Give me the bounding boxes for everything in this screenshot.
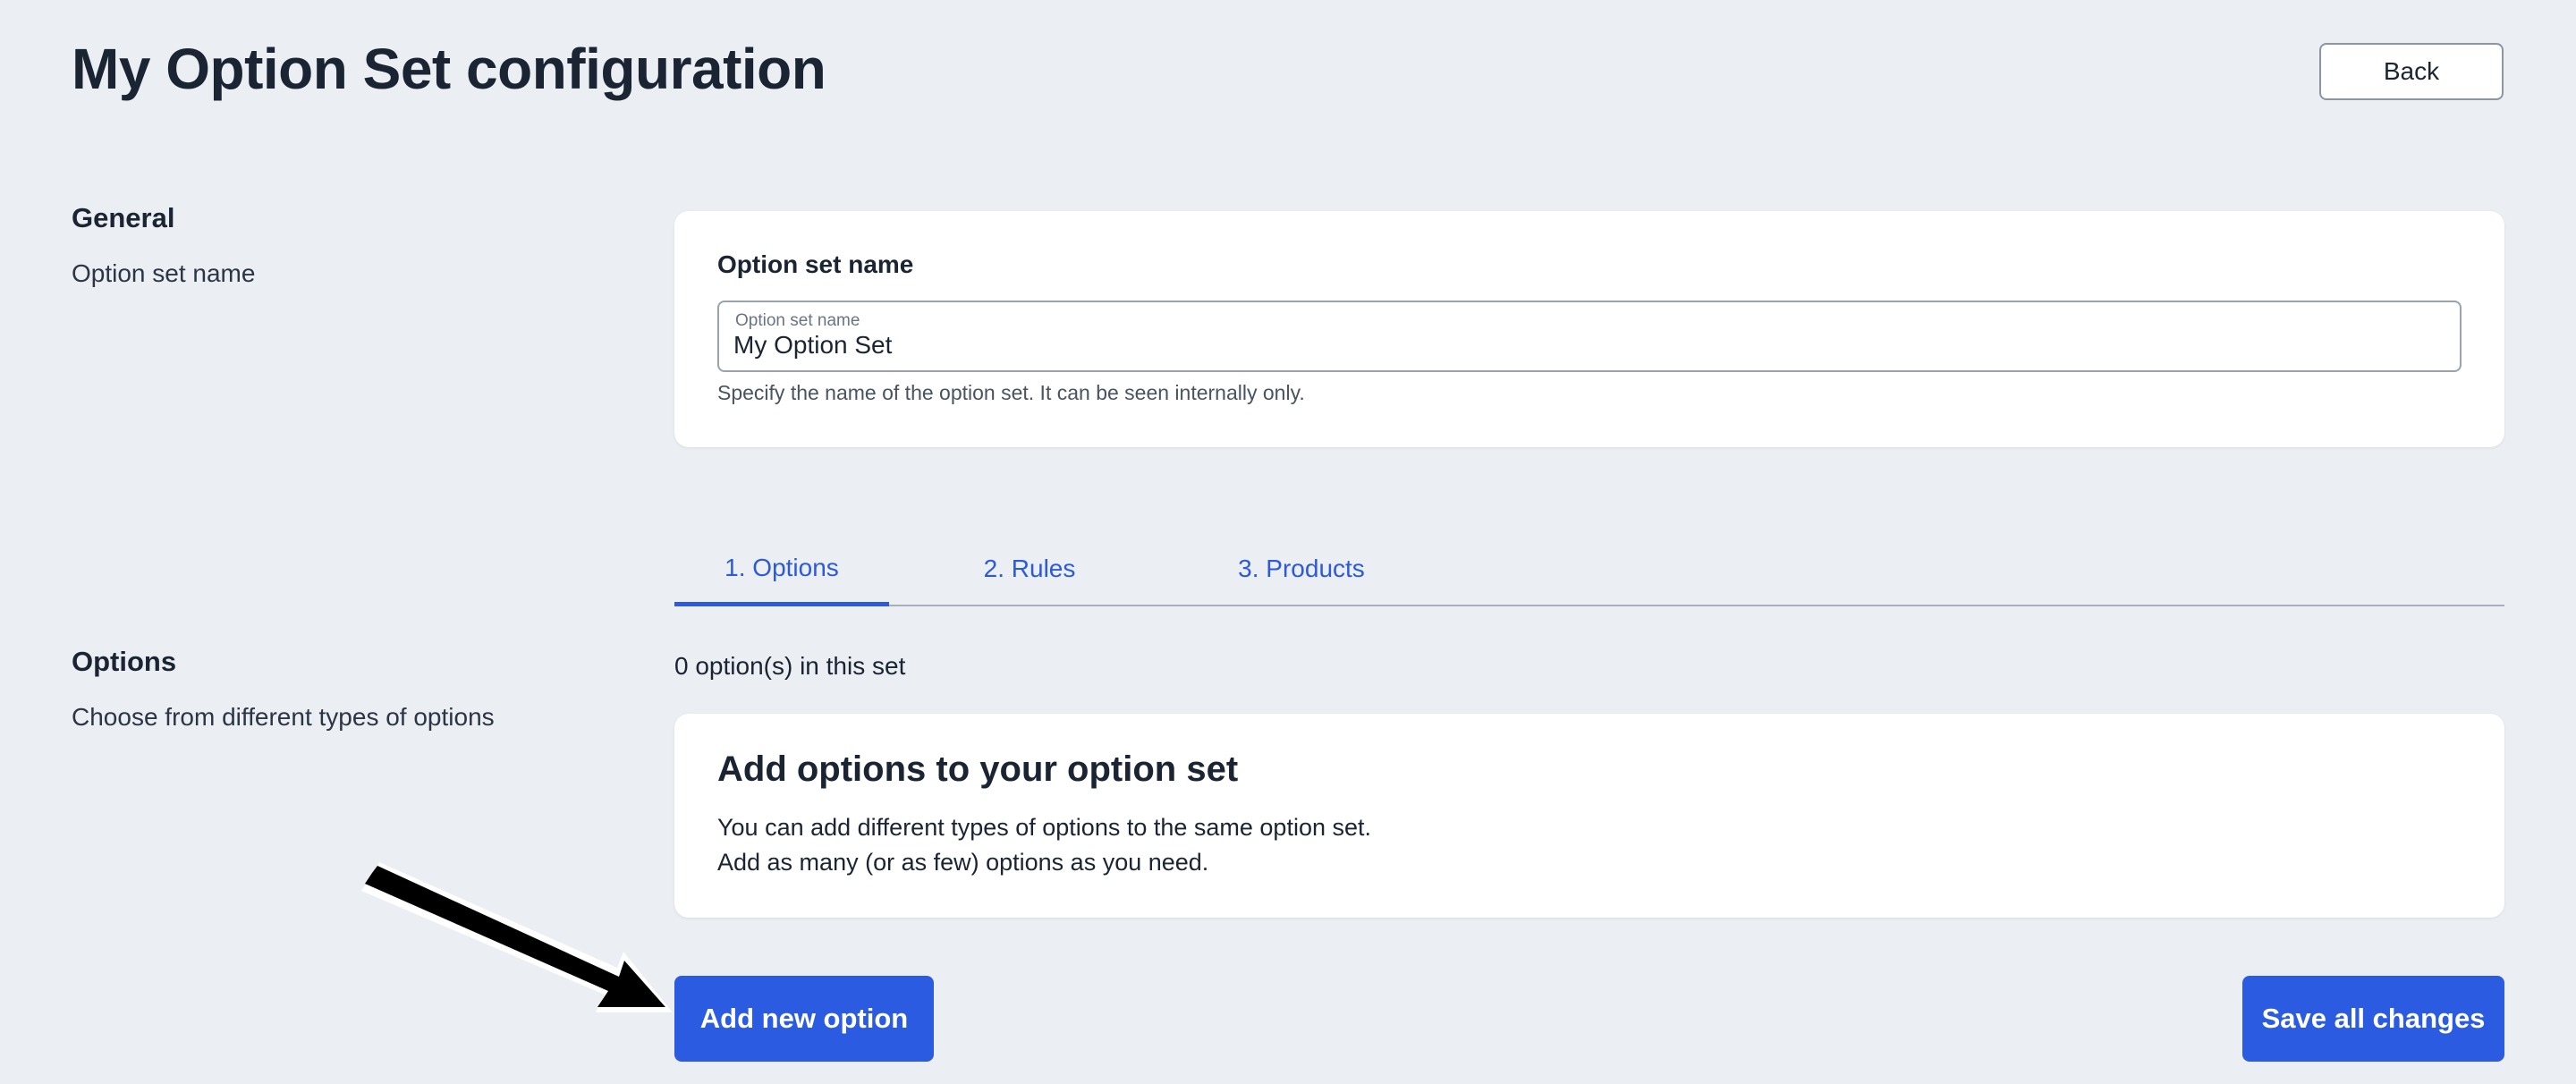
options-section-heading: Options [72, 646, 177, 677]
empty-options-card: Add options to your option set You can a… [674, 714, 2504, 918]
option-set-tabs: 1. Options 2. Rules 3. Products [674, 533, 2504, 606]
add-new-option-button[interactable]: Add new option [674, 976, 934, 1062]
general-section-description: Option set name [72, 259, 256, 287]
pointer-arrow-icon [361, 862, 673, 1012]
save-all-changes-button[interactable]: Save all changes [2242, 976, 2504, 1062]
option-set-name-floating-label: Option set name [735, 311, 860, 330]
tab-products[interactable]: 3. Products [1181, 533, 1422, 605]
general-section-heading: General [72, 202, 175, 233]
empty-options-line-2: Add as many (or as few) options as you n… [717, 849, 1209, 876]
option-set-name-field[interactable]: Option set name [717, 301, 2462, 372]
option-set-name-help-text: Specify the name of the option set. It c… [717, 381, 1305, 404]
tab-options[interactable]: 1. Options [674, 533, 889, 606]
option-set-name-input[interactable] [733, 331, 2433, 360]
option-set-name-card: Option set name Option set name Specify … [674, 211, 2504, 447]
options-count: 0 option(s) in this set [674, 652, 906, 680]
empty-options-line-1: You can add different types of options t… [717, 814, 1372, 841]
options-section-description: Choose from different types of options [72, 703, 495, 731]
page-title: My Option Set configuration [72, 37, 826, 101]
empty-options-title: Add options to your option set [717, 749, 1239, 789]
tab-rules[interactable]: 2. Rules [953, 533, 1106, 605]
option-set-name-label: Option set name [717, 250, 914, 278]
back-button[interactable]: Back [2319, 43, 2504, 100]
